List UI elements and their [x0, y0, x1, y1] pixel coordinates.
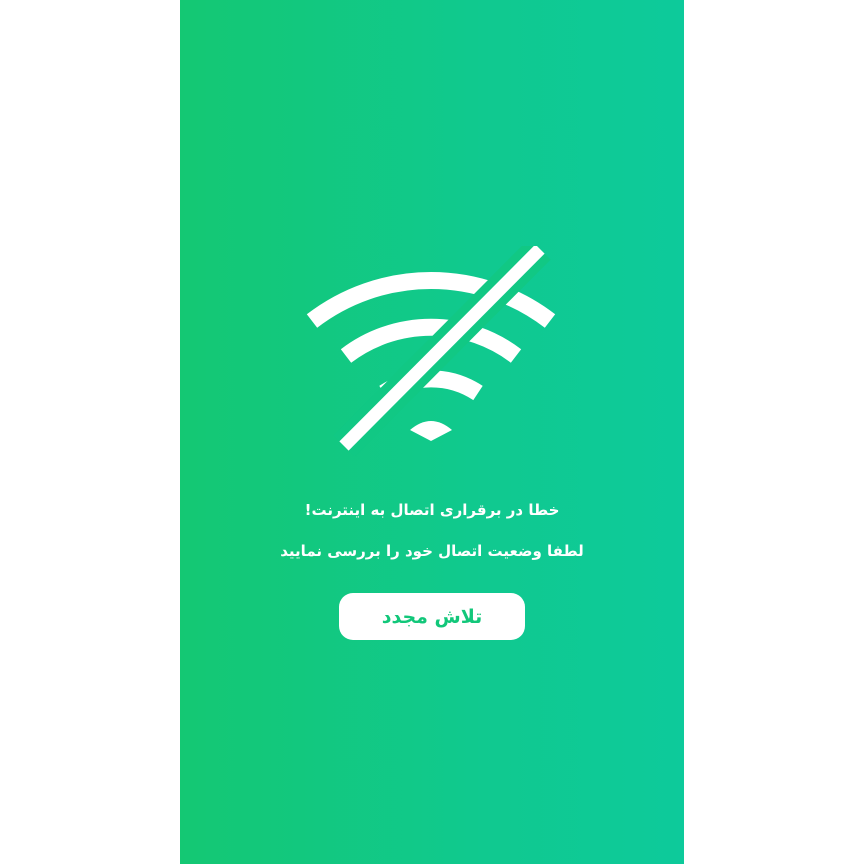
wifi-off-icon	[306, 246, 556, 456]
error-message-title: خطا در برقراری اتصال به اینترنت!	[304, 501, 560, 519]
error-message-hint: لطفا وضعیت اتصال خود را بررسی نمایید	[280, 542, 584, 560]
retry-button-label: تلاش مجدد	[381, 605, 483, 628]
no-connection-screen: خطا در برقراری اتصال به اینترنت! لطفا وض…	[180, 0, 684, 864]
retry-button[interactable]: تلاش مجدد	[339, 593, 525, 640]
